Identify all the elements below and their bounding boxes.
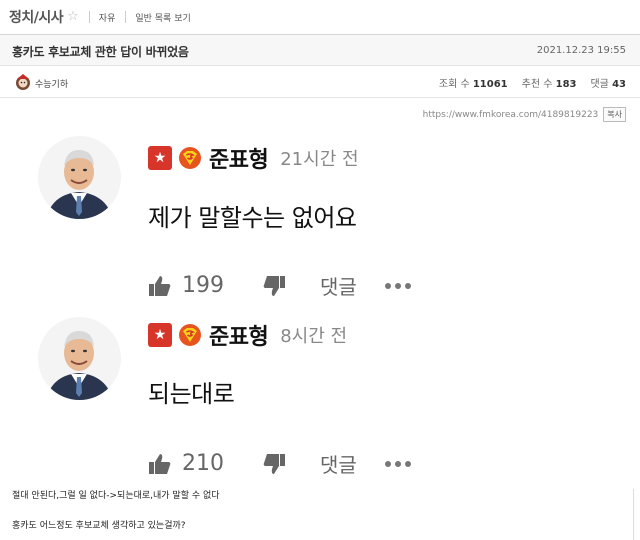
- thumb-up-icon[interactable]: [148, 274, 172, 298]
- thumb-up-icon[interactable]: [148, 452, 172, 476]
- comment-text: 되는대로: [148, 380, 235, 408]
- post-body-line: 홍카도 어느정도 후보교체 생각하고 있는걸까?: [12, 521, 186, 531]
- comment-actions: 210 댓글: [148, 449, 411, 478]
- author-avatar[interactable]: [14, 73, 32, 91]
- embedded-comment-image: ★ 준표형 21시간 전 제가 말할수는 없어요 199 댓글 ★ 준표형 8시…: [0, 120, 640, 482]
- post-title: 홍카도 후보교체 관한 답이 바뀌었음: [12, 45, 189, 59]
- post-header: 홍카도 후보교체 관한 답이 바뀌었음 2021.12.23 19:55: [0, 34, 640, 66]
- post-meta: 수능기하 조회 수 11061 추천 수 183 댓글 43: [0, 66, 640, 98]
- comment-text: 제가 말할수는 없어요: [148, 204, 357, 232]
- level-badge-icon: ★: [148, 323, 172, 347]
- superman-badge-icon: [179, 147, 201, 169]
- comment-header: ★ 준표형 8시간 전: [148, 319, 347, 351]
- like-count: 210: [182, 451, 224, 476]
- board-bar: 정치/시사 ☆ 자유 일반 목록 보기: [0, 0, 640, 34]
- post-stats: 조회 수 11061 추천 수 183 댓글 43: [439, 75, 626, 90]
- superman-badge-icon: [179, 324, 201, 346]
- commenter-name[interactable]: 준표형: [209, 319, 269, 351]
- profile-photo: [38, 317, 121, 400]
- divider: [125, 11, 127, 23]
- post-date: 2021.12.23 19:55: [536, 45, 626, 56]
- list-view-link[interactable]: 일반 목록 보기: [135, 11, 190, 24]
- divider: [88, 11, 90, 23]
- author-name[interactable]: 수능기하: [35, 77, 68, 90]
- like-count: 199: [182, 273, 224, 298]
- views-stat: 조회 수 11061: [438, 79, 508, 90]
- board-name[interactable]: 정치/시사: [9, 7, 64, 27]
- comment-header: ★ 준표형 21시간 전: [148, 142, 359, 174]
- comments-stat[interactable]: 댓글 43: [590, 75, 626, 90]
- profile-photo: [38, 136, 121, 219]
- reply-button[interactable]: 댓글: [320, 449, 357, 478]
- category-link-free[interactable]: 자유: [99, 11, 116, 24]
- post-body-line: 절대 안된다,그럴 일 없다->되는대로,내가 말할 수 없다: [12, 491, 220, 501]
- comment-time: 21시간 전: [280, 149, 359, 170]
- thumb-down-icon[interactable]: [262, 274, 286, 298]
- level-badge-icon: ★: [148, 146, 172, 170]
- more-options-icon[interactable]: [384, 282, 411, 289]
- post-url[interactable]: https://www.fmkorea.com/4189819223: [423, 110, 599, 120]
- star-icon[interactable]: ☆: [67, 9, 79, 24]
- comment-actions: 199 댓글: [148, 271, 411, 300]
- comment-time: 8시간 전: [280, 326, 348, 347]
- thumb-down-icon[interactable]: [262, 452, 286, 476]
- commenter-name[interactable]: 준표형: [209, 142, 269, 174]
- more-options-icon[interactable]: [384, 460, 411, 467]
- divider: [633, 489, 634, 540]
- recommend-stat: 추천 수 183: [521, 79, 577, 90]
- reply-button[interactable]: 댓글: [320, 271, 357, 300]
